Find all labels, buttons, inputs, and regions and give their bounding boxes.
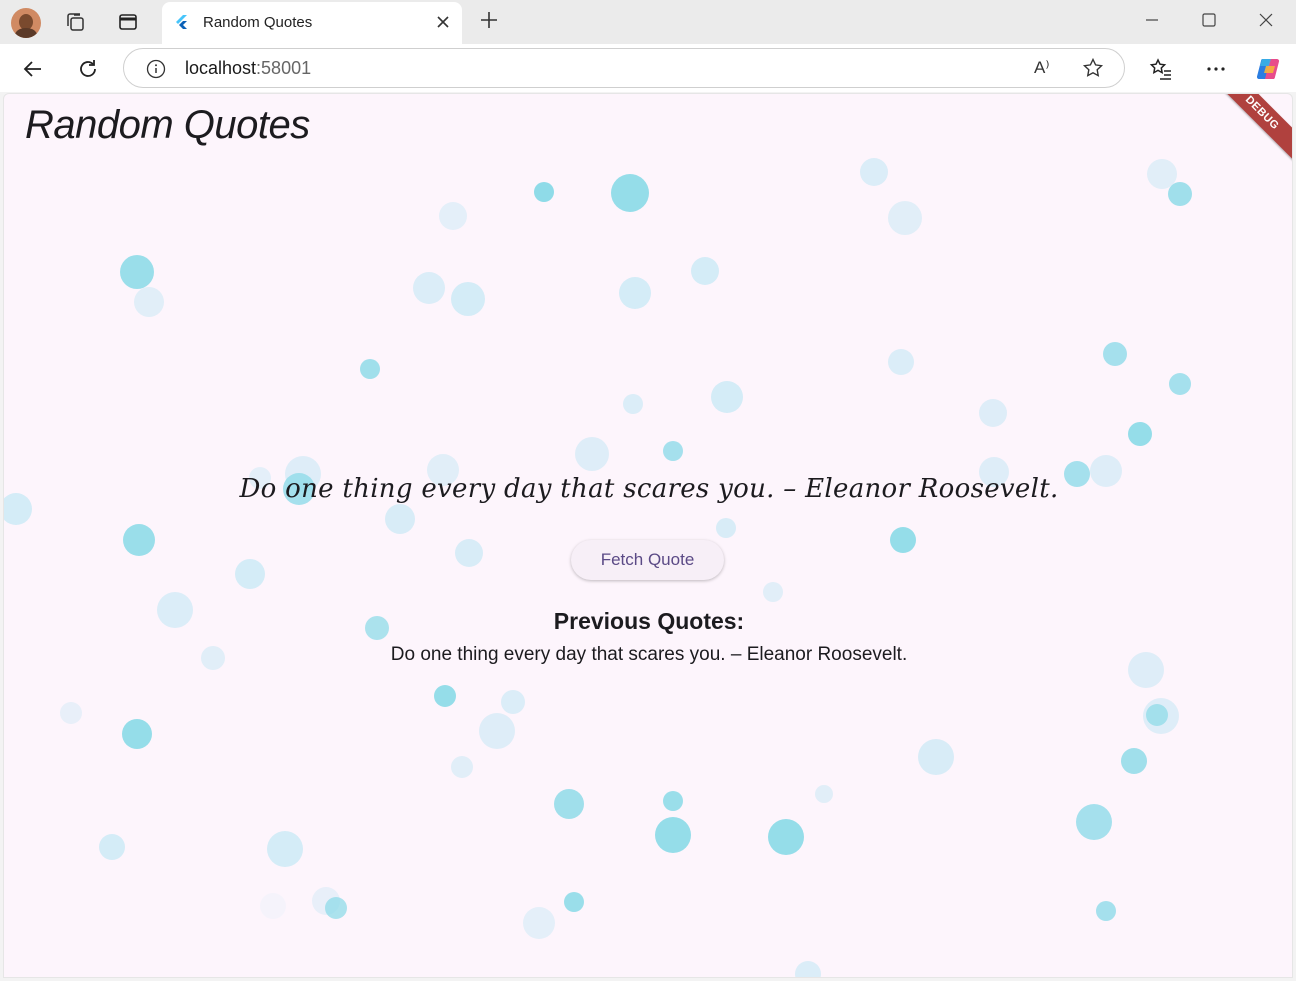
bubble-dot — [501, 690, 525, 714]
tab-random-quotes[interactable]: Random Quotes — [162, 2, 462, 44]
profile-avatar[interactable] — [11, 8, 41, 38]
app-title: Random Quotes — [25, 103, 310, 147]
close-window-icon — [1259, 13, 1273, 27]
bubble-dot — [60, 702, 82, 724]
bubble-dot — [768, 819, 804, 855]
bubble-dot — [134, 287, 164, 317]
bubble-dot — [523, 907, 555, 939]
bubble-dot — [890, 527, 916, 553]
bubble-dot — [1128, 422, 1152, 446]
bubble-dot — [455, 539, 483, 567]
reload-icon — [80, 60, 96, 77]
bubble-dot — [1076, 804, 1112, 840]
copilot-icon — [1256, 58, 1280, 80]
bubble-dot — [451, 756, 473, 778]
bubble-dot — [434, 685, 456, 707]
bubble-dot — [479, 713, 515, 749]
bubble-dot — [123, 524, 155, 556]
bubble-dot — [1146, 704, 1168, 726]
bubble-dot — [385, 504, 415, 534]
address-bar[interactable]: localhost:58001 A⁾ — [123, 48, 1125, 88]
bubble-dot — [235, 559, 265, 589]
copilot-button[interactable] — [1253, 54, 1283, 84]
bubble-dot — [325, 897, 347, 919]
close-window-button[interactable] — [1251, 8, 1281, 32]
bubble-dot — [815, 785, 833, 803]
bubble-dot — [1121, 748, 1147, 774]
bubble-dot — [795, 961, 821, 977]
bubble-dot — [918, 739, 954, 775]
minimize-button[interactable] — [1137, 8, 1167, 32]
bubble-dot — [763, 582, 783, 602]
flutter-favicon-icon — [176, 15, 187, 29]
bubble-dot — [1168, 182, 1192, 206]
bubble-dot — [451, 282, 485, 316]
close-tab-icon[interactable] — [434, 13, 452, 31]
bubble-dot — [534, 182, 554, 202]
back-arrow-icon — [23, 61, 41, 77]
maximize-button[interactable] — [1194, 8, 1224, 32]
bubble-dot — [888, 201, 922, 235]
minimize-icon — [1146, 19, 1158, 21]
workspaces-icon[interactable] — [61, 8, 89, 36]
new-tab-button[interactable] — [477, 8, 501, 36]
bubble-dot — [611, 174, 649, 212]
reload-button[interactable] — [73, 54, 103, 84]
plus-icon — [481, 12, 497, 28]
bubble-dot — [554, 789, 584, 819]
bubble-dot — [623, 394, 643, 414]
bubble-dot — [663, 791, 683, 811]
bubble-dot — [122, 719, 152, 749]
bubble-dot — [716, 518, 736, 538]
browser-tab-bar: Random Quotes — [0, 0, 1296, 44]
current-quote: Do one thing every day that scares you. … — [239, 474, 1059, 504]
favorite-star-icon[interactable] — [1082, 57, 1104, 79]
bubble-dot — [979, 399, 1007, 427]
favorites-button[interactable] — [1146, 54, 1176, 84]
bubble-dot — [655, 817, 691, 853]
back-button[interactable] — [18, 54, 48, 84]
bubble-dot — [691, 257, 719, 285]
bubble-dot — [711, 381, 743, 413]
browser-toolbar: localhost:58001 A⁾ — [0, 44, 1296, 92]
bubble-dot — [888, 349, 914, 375]
bubble-dot — [1169, 373, 1191, 395]
tab-actions-icon[interactable] — [114, 8, 142, 36]
bubble-dot — [120, 255, 154, 289]
page-viewport: Random Quotes DEBUG Do one thing every d… — [3, 93, 1293, 978]
bubble-dot — [360, 359, 380, 379]
url-text: localhost:58001 — [185, 58, 311, 79]
bubble-dot — [99, 834, 125, 860]
previous-quote-item: Do one thing every day that scares you. … — [390, 644, 908, 665]
debug-banner: DEBUG — [1211, 94, 1292, 164]
bubble-dot — [1096, 901, 1116, 921]
tab-title: Random Quotes — [203, 14, 313, 31]
bubble-dot — [439, 202, 467, 230]
bubble-dot — [663, 441, 683, 461]
maximize-icon — [1202, 13, 1216, 27]
read-aloud-icon[interactable]: A⁾ — [1034, 58, 1050, 78]
url-host: localhost — [185, 58, 257, 78]
bubble-dot — [860, 158, 888, 186]
previous-quotes-heading: Previous Quotes: — [553, 608, 745, 634]
bubble-dot — [575, 437, 609, 471]
more-menu-button[interactable] — [1201, 54, 1231, 84]
site-info-icon[interactable] — [146, 59, 166, 79]
ellipsis-icon — [1207, 67, 1225, 71]
fetch-quote-button[interactable]: Fetch Quote — [571, 540, 724, 580]
bubble-dot — [564, 892, 584, 912]
bubble-dot — [619, 277, 651, 309]
bubble-dot — [1103, 342, 1127, 366]
avatar-body — [15, 28, 37, 38]
favorites-list-icon — [1149, 58, 1171, 80]
bubble-dot — [260, 893, 286, 919]
url-port: :58001 — [256, 58, 312, 78]
bubble-dot — [267, 831, 303, 867]
bubble-dot — [413, 272, 445, 304]
